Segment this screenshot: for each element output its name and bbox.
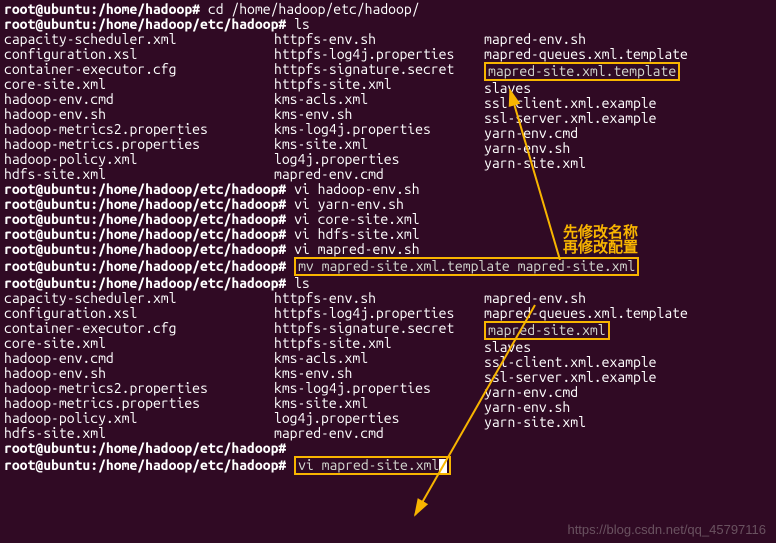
file-item: slaves bbox=[484, 340, 772, 355]
command-vi: vi core-site.xml bbox=[294, 211, 419, 227]
file-item: yarn-env.sh bbox=[484, 141, 772, 156]
file-item: httpfs-log4j.properties bbox=[274, 306, 484, 321]
terminal-line-current[interactable]: root@ubuntu:/home/hadoop/etc/hadoop# vi … bbox=[4, 456, 772, 475]
file-item: log4j.properties bbox=[274, 152, 484, 167]
file-item: log4j.properties bbox=[274, 411, 484, 426]
terminal-line: root@ubuntu:/home/hadoop/etc/hadoop# mv … bbox=[4, 257, 772, 276]
file-item: mapred-queues.xml.template bbox=[484, 47, 772, 62]
file-item: ssl-server.xml.example bbox=[484, 111, 772, 126]
command-ls: ls bbox=[294, 275, 310, 291]
file-item: mapred-env.cmd bbox=[274, 167, 484, 182]
file-item: capacity-scheduler.xml bbox=[4, 32, 274, 47]
file-item: container-executor.cfg bbox=[4, 321, 274, 336]
terminal-line: root@ubuntu:/home/hadoop/etc/hadoop# bbox=[4, 441, 772, 456]
terminal-line: root@ubuntu:/home/hadoop/etc/hadoop# vi … bbox=[4, 182, 772, 197]
terminal-line: root@ubuntu:/home/hadoop/etc/hadoop# vi … bbox=[4, 212, 772, 227]
file-item: httpfs-env.sh bbox=[274, 32, 484, 47]
file-item: httpfs-signature.secret bbox=[274, 62, 484, 77]
file-item: httpfs-signature.secret bbox=[274, 321, 484, 336]
command-cd: cd /home/hadoop/etc/hadoop/ bbox=[208, 1, 420, 17]
highlighted-command-mv: mv mapred-site.xml.template mapred-site.… bbox=[294, 257, 639, 276]
file-item: mapred-queues.xml.template bbox=[484, 306, 772, 321]
file-item: hadoop-env.cmd bbox=[4, 351, 274, 366]
file-item: configuration.xsl bbox=[4, 47, 274, 62]
file-item: hadoop-metrics.properties bbox=[4, 137, 274, 152]
terminal-line: root@ubuntu:/home/hadoop/etc/hadoop# ls bbox=[4, 276, 772, 291]
file-item: capacity-scheduler.xml bbox=[4, 291, 274, 306]
file-item: hadoop-env.sh bbox=[4, 107, 274, 122]
prompt-user: root@ubuntu bbox=[4, 1, 90, 17]
command-vi: vi mapred-env.sh bbox=[294, 241, 419, 257]
file-item: kms-log4j.properties bbox=[274, 122, 484, 137]
file-item: mapred-env.sh bbox=[484, 32, 772, 47]
file-item: hadoop-metrics2.properties bbox=[4, 122, 274, 137]
file-item: httpfs-log4j.properties bbox=[274, 47, 484, 62]
file-item: hadoop-policy.xml bbox=[4, 152, 274, 167]
file-item: hadoop-env.sh bbox=[4, 366, 274, 381]
prompt-path: :/home/hadoop# bbox=[90, 1, 200, 17]
terminal-line: root@ubuntu:/home/hadoop/etc/hadoop# vi … bbox=[4, 227, 772, 242]
cursor-icon bbox=[439, 459, 447, 473]
file-item: core-site.xml bbox=[4, 336, 274, 351]
file-item: slaves bbox=[484, 81, 772, 96]
file-item: kms-site.xml bbox=[274, 137, 484, 152]
file-item: mapred-env.cmd bbox=[274, 426, 484, 441]
file-item: yarn-env.cmd bbox=[484, 126, 772, 141]
highlighted-file: mapred-site.xml.template bbox=[484, 62, 772, 81]
terminal-line: root@ubuntu:/home/hadoop# cd /home/hadoo… bbox=[4, 2, 772, 17]
file-item: httpfs-env.sh bbox=[274, 291, 484, 306]
prompt-path: :/home/hadoop/etc/hadoop# bbox=[90, 16, 286, 32]
file-item: core-site.xml bbox=[4, 77, 274, 92]
terminal-line: root@ubuntu:/home/hadoop/etc/hadoop# ls bbox=[4, 17, 772, 32]
terminal-line: root@ubuntu:/home/hadoop/etc/hadoop# vi … bbox=[4, 242, 772, 257]
file-item: hadoop-metrics.properties bbox=[4, 396, 274, 411]
watermark-text: https://blog.csdn.net/qq_45797116 bbox=[567, 522, 766, 537]
file-item: yarn-env.sh bbox=[484, 400, 772, 415]
terminal-line: root@ubuntu:/home/hadoop/etc/hadoop# vi … bbox=[4, 197, 772, 212]
file-item: kms-acls.xml bbox=[274, 351, 484, 366]
highlighted-file: mapred-site.xml bbox=[484, 321, 772, 340]
file-item: kms-log4j.properties bbox=[274, 381, 484, 396]
file-item: ssl-client.xml.example bbox=[484, 355, 772, 370]
command-ls: ls bbox=[294, 16, 310, 32]
annotation-text: 先修改名称 再修改配置 bbox=[563, 225, 638, 255]
file-item: yarn-env.cmd bbox=[484, 385, 772, 400]
file-item: kms-env.sh bbox=[274, 107, 484, 122]
file-item: httpfs-site.xml bbox=[274, 77, 484, 92]
ls-output-1: capacity-scheduler.xml configuration.xsl… bbox=[4, 32, 772, 182]
file-item: container-executor.cfg bbox=[4, 62, 274, 77]
file-item: hadoop-policy.xml bbox=[4, 411, 274, 426]
command-vi: vi yarn-env.sh bbox=[294, 196, 404, 212]
command-vi: vi hadoop-env.sh bbox=[294, 181, 419, 197]
file-item: yarn-site.xml bbox=[484, 156, 772, 171]
file-item: kms-site.xml bbox=[274, 396, 484, 411]
command-vi: vi hdfs-site.xml bbox=[294, 226, 419, 242]
file-item: yarn-site.xml bbox=[484, 415, 772, 430]
file-item: hdfs-site.xml bbox=[4, 167, 274, 182]
file-item: hdfs-site.xml bbox=[4, 426, 274, 441]
file-item: ssl-client.xml.example bbox=[484, 96, 772, 111]
file-item: configuration.xsl bbox=[4, 306, 274, 321]
file-item: hadoop-metrics2.properties bbox=[4, 381, 274, 396]
file-item: kms-env.sh bbox=[274, 366, 484, 381]
highlighted-command-vi-mapred: vi mapred-site.xml bbox=[294, 456, 451, 475]
ls-output-2: capacity-scheduler.xml configuration.xsl… bbox=[4, 291, 772, 441]
file-item: mapred-env.sh bbox=[484, 291, 772, 306]
file-item: ssl-server.xml.example bbox=[484, 370, 772, 385]
file-item: kms-acls.xml bbox=[274, 92, 484, 107]
prompt-user: root@ubuntu bbox=[4, 16, 90, 32]
file-item: httpfs-site.xml bbox=[274, 336, 484, 351]
file-item: hadoop-env.cmd bbox=[4, 92, 274, 107]
